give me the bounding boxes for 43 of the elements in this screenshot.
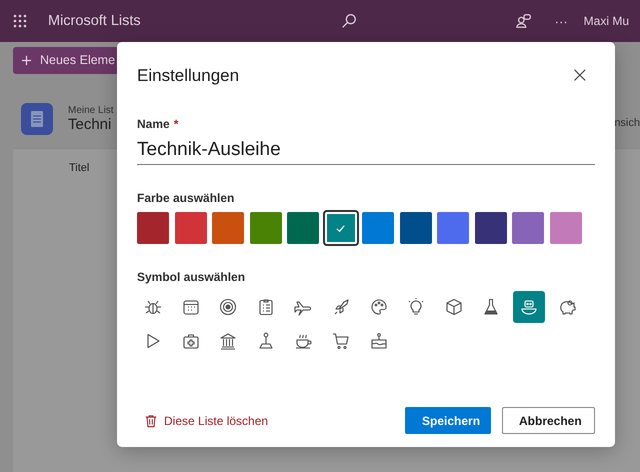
color-swatch[interactable] xyxy=(400,212,432,244)
view-label[interactable]: nsich xyxy=(614,117,640,129)
color-swatch[interactable] xyxy=(437,212,469,244)
new-item-button[interactable]: Neues Eleme xyxy=(13,46,120,74)
color-swatch[interactable] xyxy=(512,212,544,244)
required-mark: * xyxy=(174,117,178,131)
symbol-option[interactable] xyxy=(512,291,545,323)
breadcrumb-link[interactable]: Meine List xyxy=(68,105,114,116)
delete-list-link[interactable]: Diese Liste löschen xyxy=(144,414,268,428)
section-label: Farbe auswählen xyxy=(137,191,236,205)
color-swatch[interactable] xyxy=(174,212,206,244)
checkmark-icon xyxy=(335,222,346,234)
field-label: Name xyxy=(137,117,170,131)
clipboard-list-icon xyxy=(20,102,54,136)
section-label: Symbol auswählen xyxy=(137,270,246,284)
bank-icon xyxy=(218,331,238,351)
cancel-button[interactable]: Abbrechen xyxy=(502,407,595,434)
lightbulb-icon xyxy=(406,297,426,317)
shopping-cart-icon xyxy=(330,331,351,351)
color-swatch[interactable] xyxy=(324,212,356,244)
app-title[interactable]: Microsoft Lists xyxy=(48,13,141,29)
dialog-title: Einstellungen xyxy=(137,66,240,86)
search-icon[interactable] xyxy=(340,12,358,30)
color-swatch[interactable] xyxy=(250,212,282,244)
trash-icon xyxy=(144,414,158,428)
color-swatch[interactable] xyxy=(362,212,394,244)
color-swatch[interactable] xyxy=(287,212,319,244)
color-swatch[interactable] xyxy=(550,212,582,244)
people-icon[interactable] xyxy=(514,12,533,30)
color-swatch[interactable] xyxy=(212,212,244,244)
target-icon xyxy=(218,297,238,317)
close-button[interactable]: × xyxy=(564,65,595,87)
color-swatch[interactable] xyxy=(474,212,506,244)
user-name[interactable]: Maxi Mu xyxy=(584,14,630,28)
list-title: Techni xyxy=(68,116,112,133)
palette-icon xyxy=(368,297,389,317)
app-launcher-icon[interactable] xyxy=(13,14,27,28)
more-button[interactable]: ··· xyxy=(554,14,568,28)
cube-icon xyxy=(444,297,464,317)
color-swatch[interactable] xyxy=(137,212,169,244)
save-button[interactable]: Speichern xyxy=(405,407,491,434)
plus-icon xyxy=(21,54,32,66)
column-header[interactable]: Titel xyxy=(69,162,90,174)
